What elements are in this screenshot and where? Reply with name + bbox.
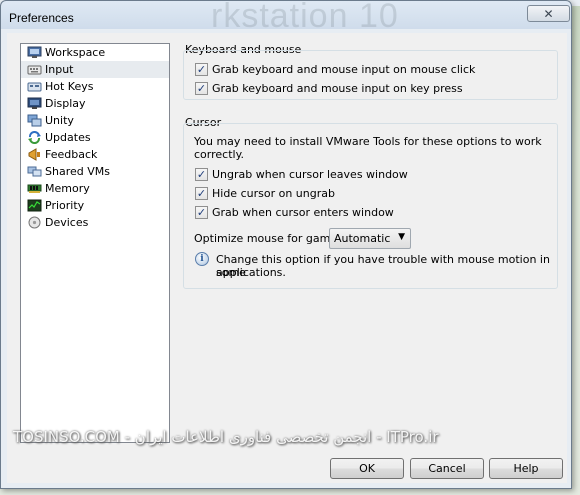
check-icon: ✓ xyxy=(196,206,207,219)
site-watermark: TOSINSO.COM - انجمن تخصصی فناوری اطلاعات… xyxy=(13,428,439,446)
category-label: Unity xyxy=(45,114,74,127)
grab-on-keypress-checkbox[interactable]: ✓ xyxy=(195,82,208,95)
title-bar[interactable]: rkstation 10 Preferences ✕ xyxy=(1,0,571,35)
category-item-hot-keys[interactable]: Hot Keys xyxy=(21,78,169,95)
chevron-down-icon: ▼ xyxy=(398,232,405,242)
category-label: Display xyxy=(45,97,86,110)
category-label: Input xyxy=(45,63,74,76)
check-icon: ✓ xyxy=(196,63,207,76)
input-icon xyxy=(27,63,42,76)
hide-cursor-checkbox[interactable]: ✓ xyxy=(195,187,208,200)
category-label: Workspace xyxy=(45,46,106,59)
cursor-note-line1: You may need to install VMware Tools for… xyxy=(194,135,542,148)
check-icon: ✓ xyxy=(196,168,207,181)
ungrab-on-leave-checkbox[interactable]: ✓ xyxy=(195,168,208,181)
category-label: Shared VMs xyxy=(45,165,110,178)
category-label: Hot Keys xyxy=(45,80,94,93)
category-item-input[interactable]: Input xyxy=(21,61,169,78)
info-text-line2: applications. xyxy=(216,266,286,279)
category-item-feedback[interactable]: Feedback xyxy=(21,146,169,163)
optimize-mouse-label: Optimize mouse for games: xyxy=(194,232,347,245)
dialog-client-area: Workspace Input Hot Keys Display Unity U… xyxy=(7,33,567,483)
category-item-unity[interactable]: Unity xyxy=(21,112,169,129)
optimize-mouse-value: Automatic xyxy=(334,232,391,245)
grab-on-click-option[interactable]: ✓ Grab keyboard and mouse input on mouse… xyxy=(195,63,475,76)
info-icon: i xyxy=(195,252,209,266)
category-item-display[interactable]: Display xyxy=(21,95,169,112)
option-label: Ungrab when cursor leaves window xyxy=(212,168,408,181)
option-label: Grab when cursor enters window xyxy=(212,206,394,219)
category-item-shared-vms[interactable]: Shared VMs xyxy=(21,163,169,180)
category-label: Feedback xyxy=(45,148,98,161)
hide-cursor-option[interactable]: ✓ Hide cursor on ungrab xyxy=(195,187,335,200)
cursor-note-line2: correctly. xyxy=(194,148,245,161)
help-button[interactable]: Help xyxy=(489,458,563,479)
devices-icon xyxy=(27,216,42,229)
window-title: Preferences xyxy=(9,11,74,25)
grab-on-click-checkbox[interactable]: ✓ xyxy=(195,63,208,76)
cancel-button[interactable]: Cancel xyxy=(410,458,484,479)
ok-button[interactable]: OK xyxy=(330,458,404,479)
unity-icon xyxy=(27,114,42,127)
grab-on-enter-option[interactable]: ✓ Grab when cursor enters window xyxy=(195,206,394,219)
optimize-mouse-select[interactable]: Automatic ▼ xyxy=(329,228,411,249)
category-item-memory[interactable]: Memory xyxy=(21,180,169,197)
category-list[interactable]: Workspace Input Hot Keys Display Unity U… xyxy=(20,43,170,443)
memory-icon xyxy=(27,182,42,195)
option-label: Hide cursor on ungrab xyxy=(212,187,335,200)
category-label: Updates xyxy=(45,131,91,144)
preferences-dialog: rkstation 10 Preferences ✕ Workspace Inp… xyxy=(0,0,572,489)
close-button[interactable]: ✕ xyxy=(527,5,570,22)
close-icon: ✕ xyxy=(543,6,554,21)
category-item-updates[interactable]: Updates xyxy=(21,129,169,146)
updates-icon xyxy=(27,131,42,144)
check-icon: ✓ xyxy=(196,82,207,95)
workspace-icon xyxy=(27,46,42,59)
check-icon: ✓ xyxy=(196,187,207,200)
option-label: Grab keyboard and mouse input on key pre… xyxy=(212,82,463,95)
category-label: Priority xyxy=(45,199,85,212)
grab-on-enter-checkbox[interactable]: ✓ xyxy=(195,206,208,219)
display-icon xyxy=(27,97,42,110)
shared-vms-icon xyxy=(27,165,42,178)
ungrab-on-leave-option[interactable]: ✓ Ungrab when cursor leaves window xyxy=(195,168,408,181)
priority-icon xyxy=(27,199,42,212)
hotkeys-icon xyxy=(27,80,42,93)
category-item-workspace[interactable]: Workspace xyxy=(21,44,169,61)
feedback-icon xyxy=(27,148,42,161)
grab-on-keypress-option[interactable]: ✓ Grab keyboard and mouse input on key p… xyxy=(195,82,463,95)
category-label: Devices xyxy=(45,216,89,229)
category-item-devices[interactable]: Devices xyxy=(21,214,169,231)
category-item-priority[interactable]: Priority xyxy=(21,197,169,214)
category-label: Memory xyxy=(45,182,90,195)
option-label: Grab keyboard and mouse input on mouse c… xyxy=(212,63,476,76)
background-window-title: rkstation 10 xyxy=(211,0,399,35)
